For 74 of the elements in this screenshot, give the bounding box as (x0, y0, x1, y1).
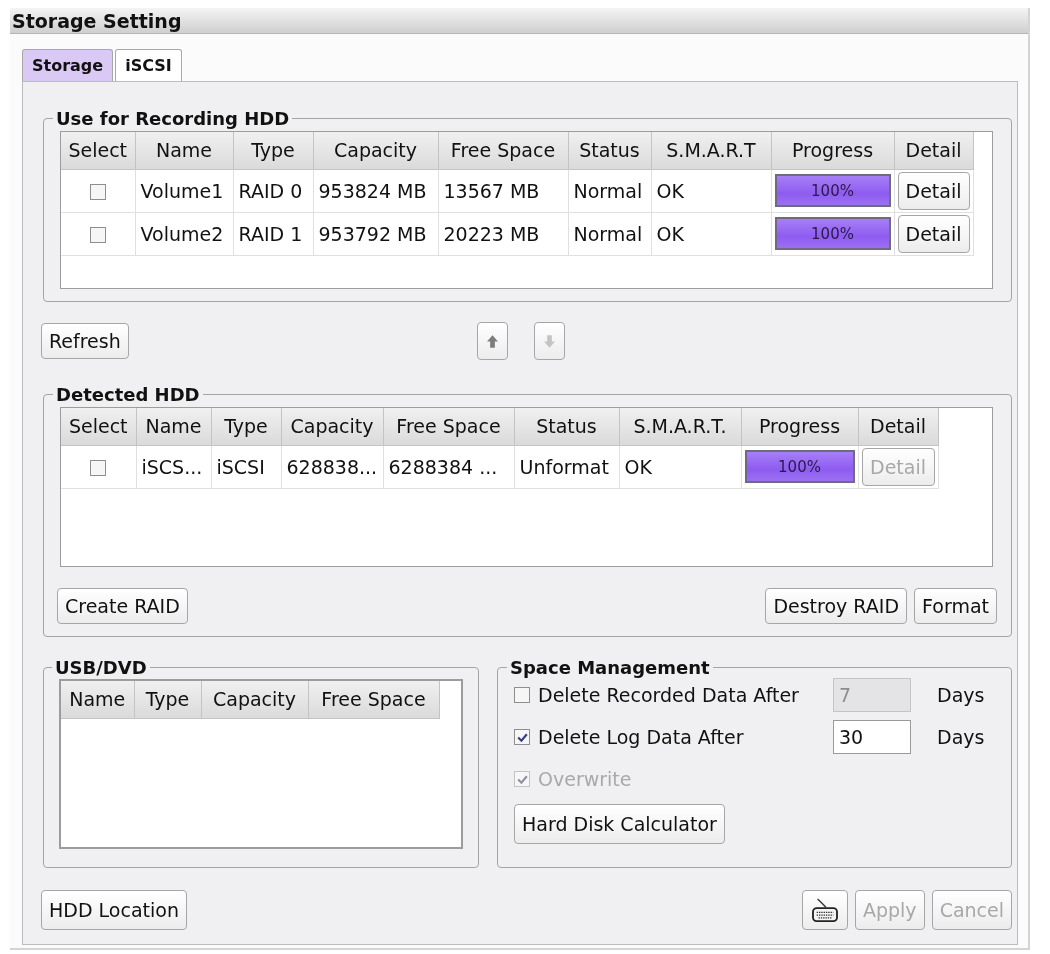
tab[interactable]: iSCSI (115, 49, 182, 81)
group-title: Detected HDD (55, 384, 201, 405)
column-header: Detail (858, 408, 938, 445)
checkbox[interactable] (90, 460, 107, 476)
column-header: Capacity (201, 681, 308, 718)
column-header: Status (568, 132, 651, 169)
checkbox-label: Overwrite (538, 768, 632, 790)
table-cell: OK (619, 445, 741, 488)
table-cell: OK (651, 169, 771, 212)
column-header: Capacity (281, 408, 383, 445)
progress-label: 100% (811, 224, 854, 243)
column-header: Capacity (313, 132, 438, 169)
table-cell: Normal (568, 212, 651, 255)
table-cell: iSCS... (136, 445, 211, 488)
unit-label: Days (936, 726, 986, 748)
detail-button[interactable]: Detail (897, 214, 970, 253)
checkbox-label: Delete Log Data After (538, 726, 744, 748)
column-header: S.M.A.R.T (651, 132, 771, 169)
column-header: Name (136, 408, 211, 445)
column-header: Progress (741, 408, 858, 445)
checkbox[interactable] (89, 227, 106, 243)
refresh-button[interactable]: Refresh (41, 323, 129, 359)
down-arrow-icon (543, 334, 555, 348)
keyboard-icon (811, 898, 838, 922)
table-cell: 13567 MB (438, 169, 568, 212)
column-header: Type (134, 681, 201, 718)
tab[interactable]: Storage (22, 49, 114, 81)
column-header: Free Space (308, 681, 439, 718)
column-header: Type (211, 408, 281, 445)
hard-disk-calculator-button[interactable]: Hard Disk Calculator (514, 804, 725, 844)
column-header: Select (61, 132, 135, 169)
table-cell: Volume2 (135, 212, 233, 255)
column-header: Type (233, 132, 313, 169)
action-button[interactable]: Format (914, 588, 997, 624)
table-cell: 628838... (281, 445, 383, 488)
checkbox[interactable] (514, 687, 530, 703)
table-cell: OK (651, 212, 771, 255)
create-raid-button[interactable]: Create RAID (57, 588, 188, 624)
table-cell: 6288384 ... (383, 445, 514, 488)
table-cell: 20223 MB (438, 212, 568, 255)
checkbox[interactable] (89, 184, 106, 200)
table-cell: RAID 0 (233, 169, 313, 212)
column-header: Free Space (438, 132, 568, 169)
hdd-location-button[interactable]: HDD Location (41, 890, 187, 930)
column-header: Select (61, 408, 136, 445)
window-title: Storage Setting (12, 9, 182, 32)
move-up-button[interactable] (476, 322, 508, 360)
column-header: Free Space (383, 408, 514, 445)
group-title: USB/DVD (54, 657, 148, 678)
table-cell: iSCSI (211, 445, 281, 488)
column-header: Name (135, 132, 233, 169)
action-button[interactable]: Destroy RAID (765, 588, 908, 624)
group-title: Space Management (509, 657, 711, 678)
table-cell: Unformat (514, 445, 619, 488)
table-cell: Normal (568, 169, 651, 212)
column-header: Name (61, 681, 134, 718)
group-title: Use for Recording HDD (55, 108, 291, 129)
table-cell: Volume1 (135, 169, 233, 212)
checkbox[interactable] (514, 729, 530, 745)
table-cell: 953824 MB (313, 169, 438, 212)
detail-button[interactable]: Detail (897, 171, 970, 210)
progress-label: 100% (811, 181, 854, 200)
unit-label: Days (936, 684, 986, 706)
checkbox-label: Delete Recorded Data After (538, 684, 799, 706)
column-header: Progress (771, 132, 894, 169)
table-cell: RAID 1 (233, 212, 313, 255)
table-cell: 953792 MB (313, 212, 438, 255)
column-header: Status (514, 408, 619, 445)
progress-label: 100% (778, 457, 821, 476)
days-field[interactable]: 30 (833, 720, 911, 754)
keyboard-button[interactable] (801, 890, 848, 930)
up-arrow-icon (486, 334, 498, 348)
column-header: S.M.A.R.T. (619, 408, 741, 445)
column-header: Detail (894, 132, 973, 169)
